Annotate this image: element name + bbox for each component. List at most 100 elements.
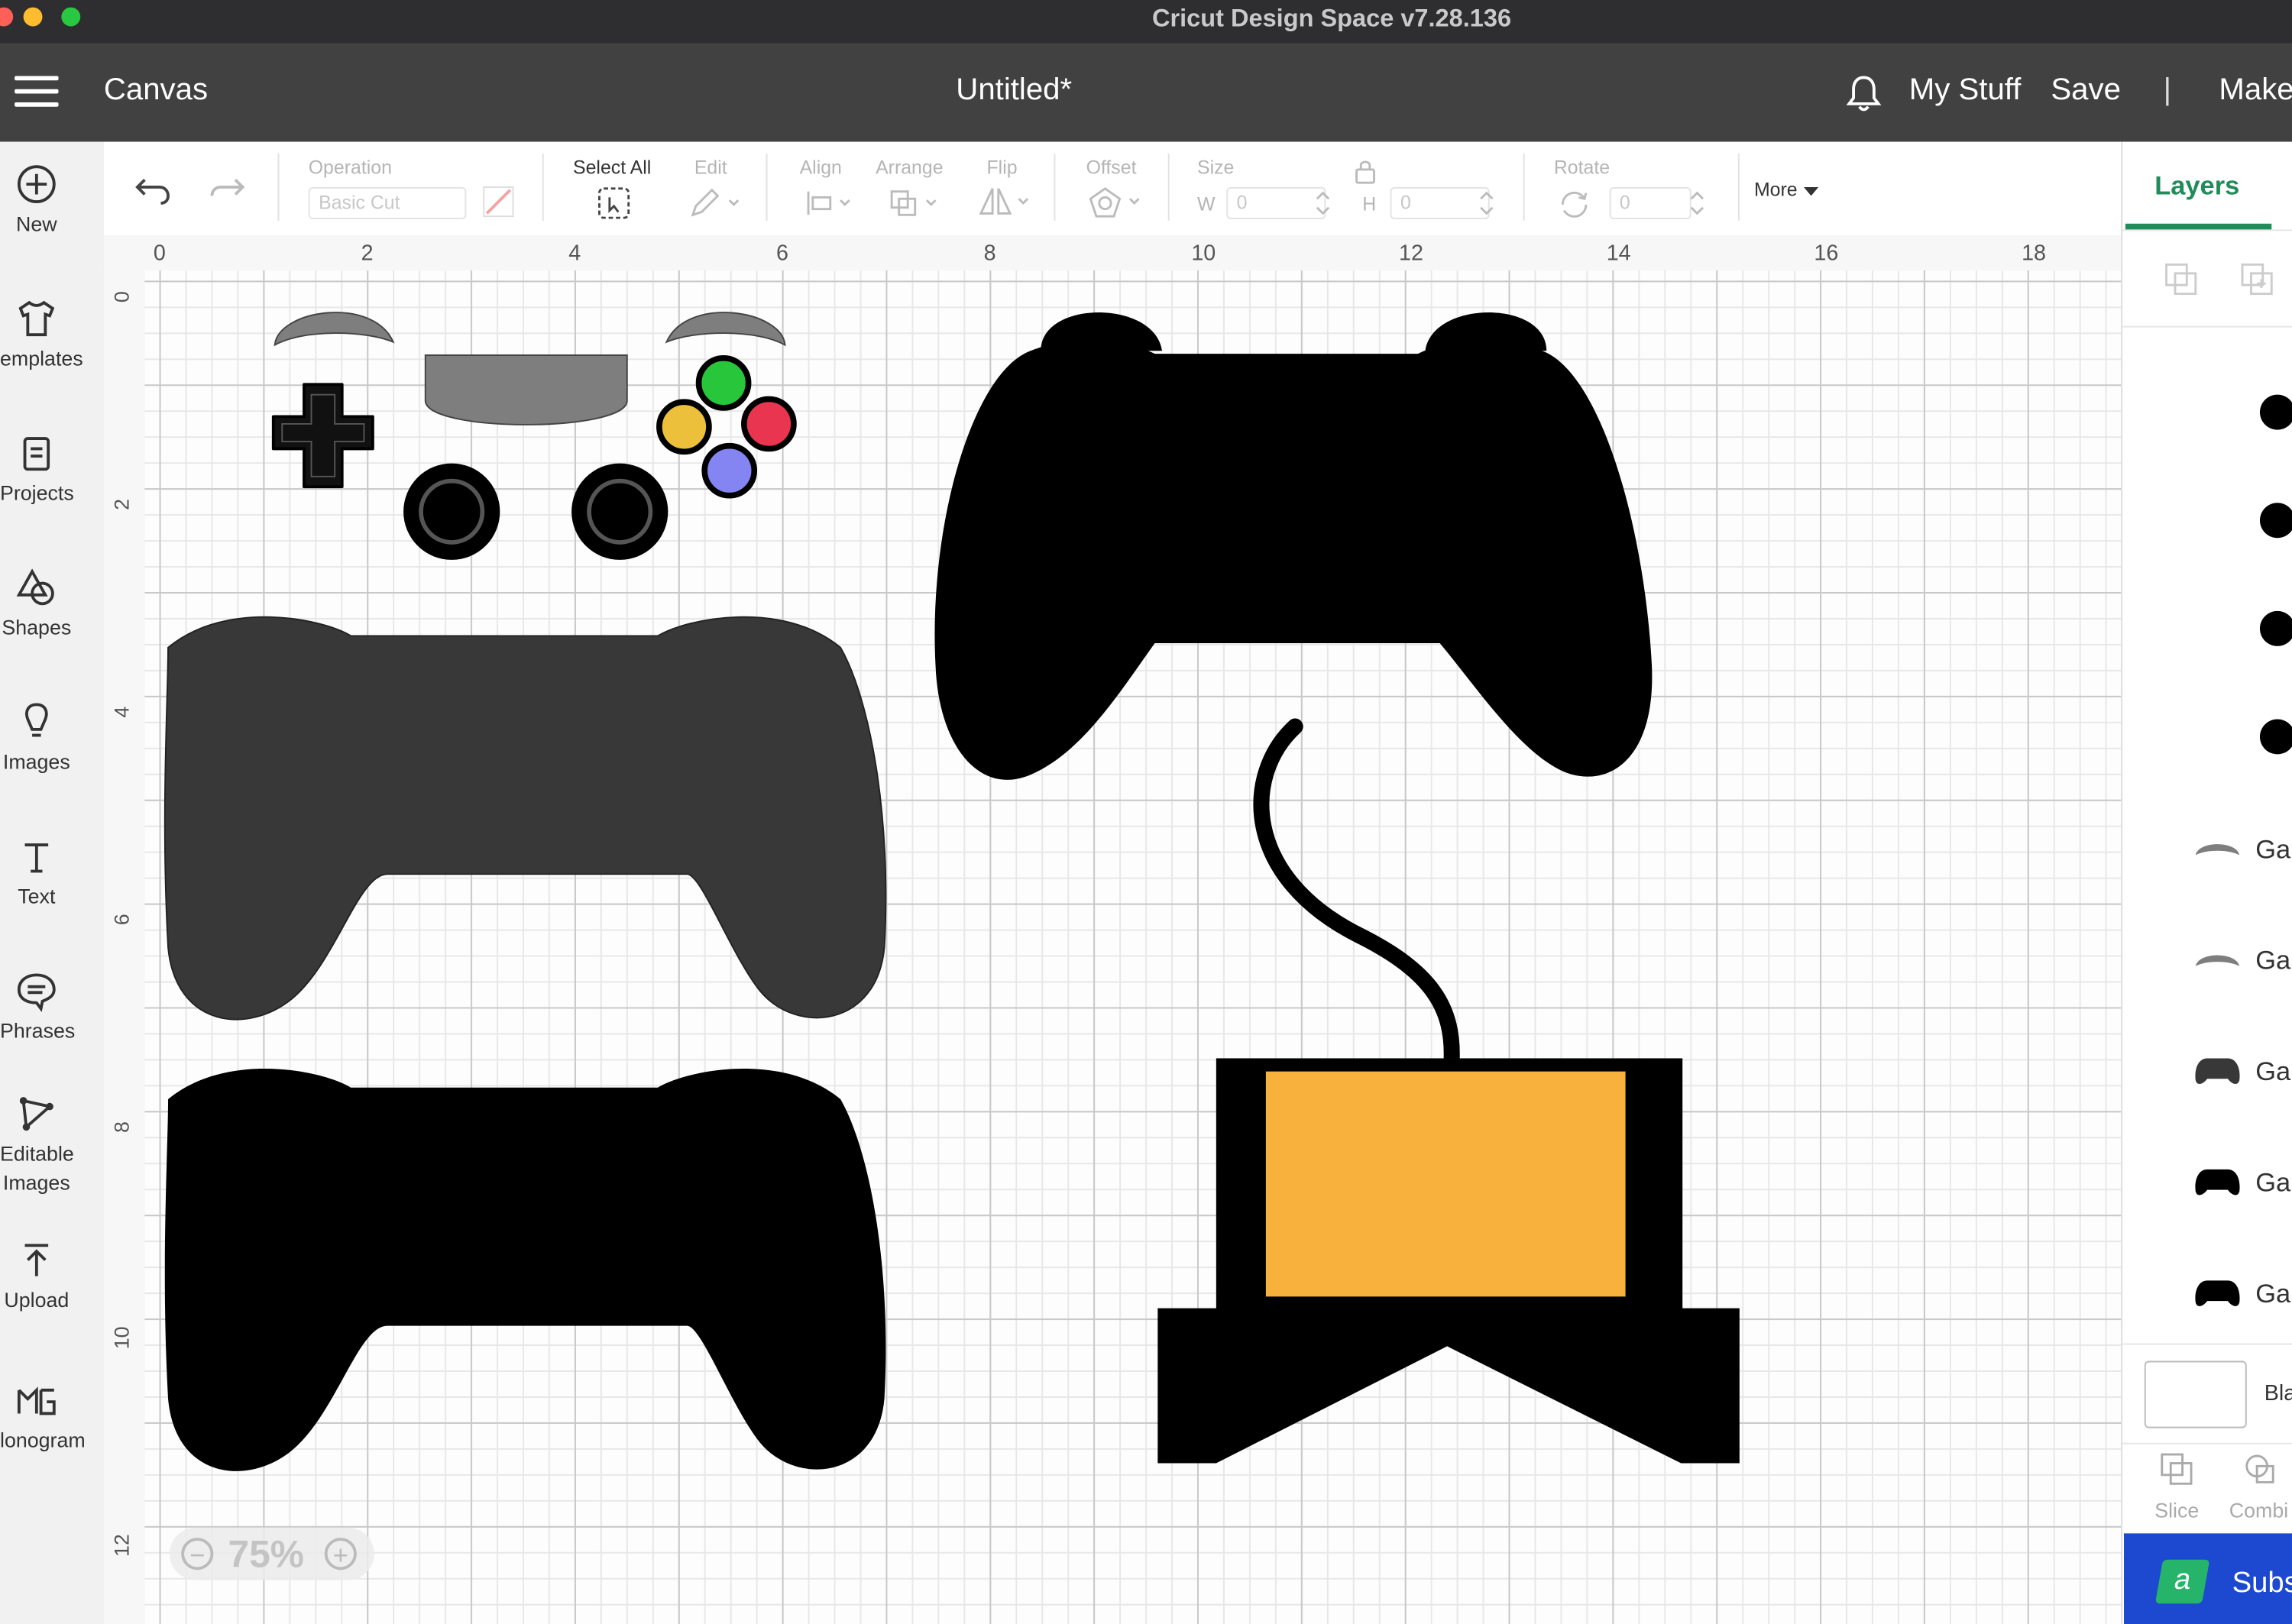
toolbar-divider — [277, 153, 280, 221]
align-label[interactable]: Align — [800, 157, 842, 179]
black-controller-bottom[interactable] — [164, 1068, 886, 1471]
toolbar-divider — [1167, 153, 1170, 221]
dpad-piece[interactable] — [271, 383, 374, 489]
tab-layers[interactable]: Layers — [2154, 171, 2239, 202]
sidebar-item-label: Phrases — [0, 1018, 76, 1043]
blank-canvas-swatch[interactable] — [2144, 1360, 2247, 1428]
ruler-horizontal: 0 2 4 6 8 10 12 14 16 18 — [103, 235, 2122, 272]
document-title[interactable]: Untitled* — [956, 73, 1072, 108]
sidebar-item-upload[interactable]: Upload — [0, 1238, 73, 1312]
zoom-control: − 75% + — [169, 1527, 374, 1580]
rotate-stepper-icon[interactable] — [1688, 189, 1706, 218]
size-label: Size — [1196, 156, 1235, 179]
sidebar-item-phrases[interactable]: Phrases — [0, 969, 76, 1043]
align-icon[interactable] — [805, 189, 855, 218]
sidebar-item-editable-images[interactable]: Editable Images — [0, 1092, 74, 1194]
subscribe-banner[interactable]: a Subs — [2124, 1533, 2292, 1624]
layer-item[interactable]: Ga — [2122, 1139, 2292, 1227]
sidebar-item-projects[interactable]: Projects — [0, 432, 74, 504]
left-thumbstick-ring — [419, 478, 485, 545]
arrange-icon[interactable] — [889, 189, 941, 218]
ruler-tick-label: 14 — [1606, 241, 1631, 267]
panel-divider — [2122, 1343, 2292, 1345]
combine-icon[interactable] — [2242, 1451, 2286, 1487]
plus-circle-icon — [17, 165, 56, 203]
offset-icon[interactable] — [1086, 186, 1145, 221]
bell-icon[interactable] — [1845, 73, 1883, 115]
hamburger-icon[interactable] — [15, 76, 59, 108]
layer-name: Ga — [2255, 1279, 2291, 1309]
sidebar-item-templates[interactable]: emplates — [0, 296, 83, 370]
combine-button[interactable]: Combi — [2229, 1498, 2288, 1522]
sidebar-item-new[interactable]: New — [0, 162, 73, 235]
height-input[interactable]: 0 — [1390, 186, 1490, 220]
select-all-label[interactable]: Select All — [573, 157, 651, 179]
app-header: Canvas Untitled* My Stuff Save | Make — [0, 44, 2292, 142]
layer-item[interactable]: Ga — [2122, 917, 2292, 1004]
more-button[interactable]: More — [1754, 178, 1798, 200]
arrange-label[interactable]: Arrange — [876, 157, 943, 179]
sidebar-item-text[interactable]: Text — [0, 835, 73, 907]
width-stepper-icon[interactable] — [1314, 189, 1332, 218]
linetype-swatch-icon[interactable] — [482, 186, 514, 218]
red-button[interactable] — [741, 396, 797, 452]
ruler-tick-label: 4 — [568, 241, 581, 267]
group-icon[interactable] — [2164, 262, 2199, 297]
sidebar-item-label: Upload — [4, 1287, 70, 1312]
height-stepper-icon[interactable] — [1478, 189, 1495, 218]
yellow-button[interactable] — [656, 399, 712, 455]
console-cable[interactable] — [1253, 718, 1460, 1071]
blue-button[interactable] — [701, 442, 758, 499]
width-input[interactable]: 0 — [1226, 186, 1326, 220]
sidebar-item-images[interactable]: Images — [0, 700, 73, 773]
layer-thumb[interactable] — [2259, 503, 2292, 539]
duplicate-icon[interactable] — [2239, 262, 2274, 297]
sidebar-item-shapes[interactable]: Shapes — [0, 566, 73, 639]
touchpad-piece[interactable] — [424, 354, 628, 425]
layer-item[interactable]: Ga — [2122, 1027, 2292, 1115]
select-all-icon[interactable] — [597, 186, 632, 221]
left-bumper[interactable] — [274, 312, 395, 347]
gray-controller[interactable] — [163, 616, 887, 1021]
title-bar: Cricut Design Space v7.28.136 — [0, 0, 2292, 44]
monogram-icon — [17, 1386, 56, 1415]
undo-icon[interactable] — [133, 171, 174, 206]
sidebar-item-monogram[interactable]: lonogram — [0, 1379, 86, 1451]
flip-label[interactable]: Flip — [986, 157, 1017, 179]
layer-item[interactable]: Ga — [2122, 1250, 2292, 1338]
game-console[interactable] — [1157, 1058, 1740, 1464]
subscribe-label: Subs — [2232, 1567, 2292, 1600]
caret-down-icon[interactable] — [1804, 186, 1819, 197]
right-bumper[interactable] — [665, 312, 786, 347]
make-button[interactable]: Make — [2219, 73, 2292, 108]
flip-icon[interactable] — [978, 186, 1037, 218]
slice-button[interactable]: Slice — [2154, 1498, 2199, 1522]
zoom-in-button[interactable]: + — [324, 1538, 357, 1571]
bumper-thumb-icon — [2195, 844, 2240, 856]
layer-item[interactable]: Ga — [2122, 805, 2292, 893]
edit-pencil-icon[interactable] — [688, 187, 741, 219]
save-button[interactable]: Save — [2051, 73, 2121, 108]
black-controller-large[interactable] — [934, 312, 1653, 780]
layer-thumb[interactable] — [2259, 610, 2292, 646]
layer-name: Ga — [2255, 946, 2291, 975]
layer-thumb[interactable] — [2259, 394, 2292, 430]
ruler-tick-label: 8 — [983, 241, 996, 267]
layers-panel: Layers Ga Ga Ga Ga Ga Bl Slice Combi a S… — [2121, 141, 2292, 1624]
green-button[interactable] — [695, 355, 752, 411]
section-title: Canvas — [103, 73, 209, 107]
slice-icon[interactable] — [2159, 1451, 2194, 1487]
offset-label[interactable]: Offset — [1086, 157, 1137, 179]
console-screen[interactable] — [1265, 1071, 1626, 1297]
edit-label[interactable]: Edit — [694, 157, 727, 179]
redo-icon[interactable] — [206, 171, 248, 206]
rotate-input[interactable]: 0 — [1609, 186, 1691, 220]
zoom-out-button[interactable]: − — [181, 1538, 214, 1571]
toolbar-divider — [1054, 153, 1056, 221]
ruler-tick-label: 0 — [109, 291, 134, 303]
design-canvas[interactable]: − 75% + — [144, 270, 2122, 1624]
operation-select[interactable]: Basic Cut — [308, 186, 467, 220]
lock-icon[interactable] — [1354, 158, 1377, 184]
layer-thumb[interactable] — [2259, 719, 2292, 755]
my-stuff-button[interactable]: My Stuff — [1909, 73, 2022, 108]
